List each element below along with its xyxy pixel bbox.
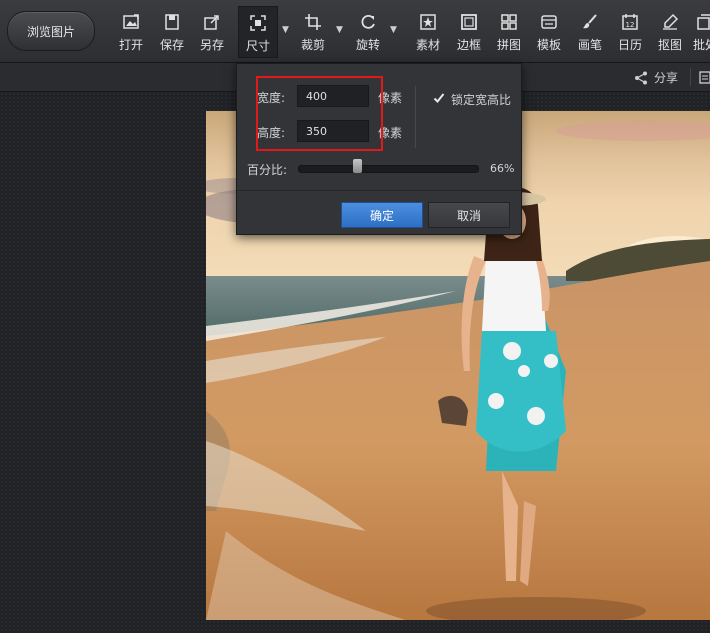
template-label: 模板 — [536, 38, 561, 52]
template-icon — [541, 15, 557, 29]
lock-ratio-label: 锁定宽高比 — [451, 93, 512, 107]
cutout-button[interactable]: 抠图 — [656, 6, 684, 56]
resize-dropdown-icon[interactable]: ▼ — [282, 25, 289, 35]
open-icon — [123, 14, 139, 29]
save-as-button[interactable]: 另存 — [198, 6, 226, 56]
percent-slider-thumb[interactable] — [353, 159, 363, 173]
rotate-icon — [361, 14, 375, 29]
batch-icon — [697, 14, 710, 30]
save-as-icon — [204, 15, 219, 30]
brush-button[interactable]: 画笔 — [576, 6, 604, 56]
open-button[interactable]: 打开 — [117, 6, 145, 56]
save-label: 保存 — [159, 38, 184, 52]
template-button[interactable]: 模板 — [535, 6, 563, 56]
resize-button[interactable]: 尺寸 — [238, 6, 278, 58]
save-as-label: 另存 — [199, 38, 224, 52]
ok-button[interactable]: 确定 — [341, 202, 423, 228]
resize-icon — [250, 15, 266, 31]
collage-button[interactable]: 拼图 — [495, 6, 523, 56]
lock-ratio-checkbox[interactable] — [433, 92, 445, 104]
cutout-label: 抠图 — [657, 38, 682, 52]
share-button[interactable]: 分享 — [634, 69, 678, 86]
collage-icon — [501, 14, 517, 30]
sticker-label: 素材 — [415, 38, 440, 52]
rotate-label: 旋转 — [355, 38, 380, 52]
brush-label: 画笔 — [577, 38, 602, 52]
batch-button[interactable]: 批处 — [691, 6, 710, 56]
resize-dialog: 宽度: 400 像素 高度: 350 像素 锁定宽高比 百分比: 66% 确定 … — [236, 63, 522, 235]
save-button[interactable]: 保存 — [158, 6, 186, 56]
subbar-divider — [690, 68, 691, 86]
crop-dropdown-icon[interactable]: ▼ — [336, 25, 343, 35]
frame-label: 边框 — [456, 38, 481, 52]
rotate-dropdown-icon[interactable]: ▼ — [390, 25, 397, 35]
sticker-icon — [420, 14, 436, 30]
browse-images-button[interactable]: 浏览图片 — [7, 11, 95, 51]
percent-label: 百分比: — [247, 163, 288, 177]
batch-label: 批处 — [692, 38, 710, 52]
crop-icon — [305, 14, 321, 30]
edit-icon[interactable] — [699, 70, 710, 84]
resize-label: 尺寸 — [245, 39, 270, 53]
rotate-button[interactable]: 旋转 — [354, 6, 382, 56]
main-toolbar: 浏览图片 打开 保存 另存 尺寸 ▼ 裁剪 ▼ 旋转 ▼ 素材 边框 拼图 模板… — [0, 0, 710, 63]
open-label: 打开 — [118, 38, 143, 52]
collage-label: 拼图 — [496, 38, 521, 52]
percent-value: 66% — [490, 162, 515, 175]
frame-button[interactable]: 边框 — [455, 6, 483, 56]
dialog-divider — [415, 86, 416, 148]
share-label: 分享 — [654, 71, 679, 85]
save-icon — [165, 14, 179, 30]
calendar-day-text: 12 — [626, 21, 635, 29]
calendar-button[interactable]: 12 日历 — [616, 6, 644, 56]
dialog-footer-divider — [237, 190, 521, 191]
cutout-icon — [663, 13, 679, 30]
crop-button[interactable]: 裁剪 — [299, 6, 327, 56]
calendar-icon: 12 — [622, 14, 638, 30]
share-icon — [635, 71, 647, 84]
percent-slider-track[interactable] — [298, 165, 479, 173]
calendar-label: 日历 — [617, 38, 642, 52]
cancel-button[interactable]: 取消 — [428, 202, 510, 228]
sticker-button[interactable]: 素材 — [414, 6, 442, 56]
brush-icon — [583, 14, 597, 29]
crop-label: 裁剪 — [300, 38, 325, 52]
highlight-box — [256, 76, 383, 151]
checkmark-icon — [433, 93, 445, 103]
frame-icon — [461, 14, 477, 30]
